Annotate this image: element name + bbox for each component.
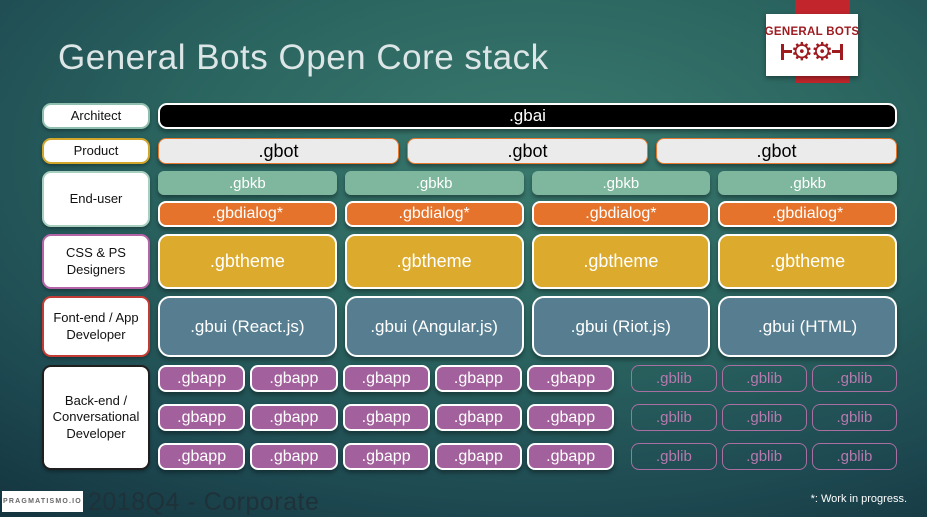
gbot-box: .gbot [158,138,399,164]
gbdialog-box: .gbdialog* [531,201,711,227]
slide: General Bots Open Core stack GENERAL BOT… [0,0,927,517]
band-product: Product .gbot .gbot .gbot [42,138,897,164]
band-architect: Architect .gbai [42,103,897,129]
gbapp-box: .gbapp [434,365,522,392]
gbai-box: .gbai [158,103,897,129]
gears-icon: ⚙ ⚙ [781,39,843,64]
gblib-box: .gblib [811,365,897,392]
stack-diagram: Architect .gbai Product .gbot .gbot .gbo… [42,103,897,470]
gbapp-box: .gbapp [158,365,246,392]
gblib-box: .gblib [811,404,897,431]
work-in-progress-note: *: Work in progress. [810,493,907,505]
role-enduser: End-user [42,171,150,227]
gbot-box: .gbot [407,138,648,164]
gbkb-box: .gbkb [158,171,337,195]
row-gbapp-1: .gbapp .gbapp .gbapp .gbapp .gbapp .gbli… [158,365,897,392]
enduser-rows: .gbkb .gbkb .gbkb .gbkb .gbdialog* .gbdi… [158,171,897,227]
gbui-html-box: .gbui (HTML) [718,296,897,357]
general-bots-logo: GENERAL BOTS ⚙ ⚙ [765,14,859,76]
gbapp-box: .gbapp [342,365,430,392]
footer-caption: 2018Q4 - Corporate [88,488,320,516]
gblib-box: .gblib [631,443,717,470]
row-gbtheme: .gbtheme .gbtheme .gbtheme .gbtheme [158,234,897,289]
gear-line-icon [832,50,841,53]
gbui-riot-box: .gbui (Riot.js) [531,296,711,357]
gblib-box: .gblib [721,443,807,470]
gbdialog-box: .gbdialog* [344,201,524,227]
gblib-box: .gblib [721,365,807,392]
band-enduser: End-user .gbkb .gbkb .gbkb .gbkb .gbdial… [42,171,897,227]
gbdialog-box: .gbdialog* [718,201,897,227]
gbapp-box: .gbapp [250,443,338,470]
gbtheme-box: .gbtheme [718,234,897,289]
gbapp-box: .gbapp [250,365,338,392]
gbapp-box: .gbapp [527,443,615,470]
gbapp-box: .gbapp [527,365,615,392]
gbui-angular-box: .gbui (Angular.js) [344,296,524,357]
band-designers: CSS & PS Designers .gbtheme .gbtheme .gb… [42,234,897,289]
gbapp-box: .gbapp [342,404,430,431]
row-gbot: .gbot .gbot .gbot [158,138,897,164]
gbapp-box: .gbapp [342,443,430,470]
gbtheme-box: .gbtheme [531,234,711,289]
band-frontend: Font-end / App Developer .gbui (React.js… [42,296,897,357]
band-backend: Back-end / Conversational Developer .gba… [42,365,897,470]
row-gbapp-2: .gbapp .gbapp .gbapp .gbapp .gbapp .gbli… [158,404,897,431]
row-gbai: .gbai [158,103,897,129]
row-gbdialog: .gbdialog* .gbdialog* .gbdialog* .gbdial… [158,201,897,227]
gblib-box: .gblib [631,365,717,392]
gbapp-box: .gbapp [158,404,246,431]
gbapp-box: .gbapp [250,404,338,431]
role-backend-developer: Back-end / Conversational Developer [42,365,150,470]
page-title: General Bots Open Core stack [58,38,549,77]
pragmatismo-logo: PRAGMATISMO.IO [2,491,83,512]
gear-icon: ⚙ [811,37,834,66]
gbapp-box: .gbapp [158,443,246,470]
gblib-box: .gblib [631,404,717,431]
gbapp-box: .gbapp [434,443,522,470]
gear-endbar-icon [840,43,843,60]
role-product: Product [42,138,150,164]
backend-rows: .gbapp .gbapp .gbapp .gbapp .gbapp .gbli… [158,365,897,470]
role-frontend-developer: Font-end / App Developer [42,296,150,357]
role-architect: Architect [42,103,150,129]
gbui-react-box: .gbui (React.js) [158,296,337,357]
gbot-box: .gbot [656,138,897,164]
row-gbkb: .gbkb .gbkb .gbkb .gbkb [158,171,897,195]
role-css-ps-designers: CSS & PS Designers [42,234,150,289]
gblib-box: .gblib [811,443,897,470]
row-gbapp-3: .gbapp .gbapp .gbapp .gbapp .gbapp .gbli… [158,443,897,470]
row-gbui: .gbui (React.js) .gbui (Angular.js) .gbu… [158,296,897,357]
gbkb-box: .gbkb [531,171,711,195]
gbkb-box: .gbkb [718,171,897,195]
gblib-box: .gblib [721,404,807,431]
gbkb-box: .gbkb [344,171,524,195]
gbapp-box: .gbapp [434,404,522,431]
gbapp-box: .gbapp [527,404,615,431]
gbtheme-box: .gbtheme [158,234,337,289]
gear-icon: ⚙ [790,37,813,66]
gbtheme-box: .gbtheme [344,234,524,289]
gbdialog-box: .gbdialog* [158,201,337,227]
